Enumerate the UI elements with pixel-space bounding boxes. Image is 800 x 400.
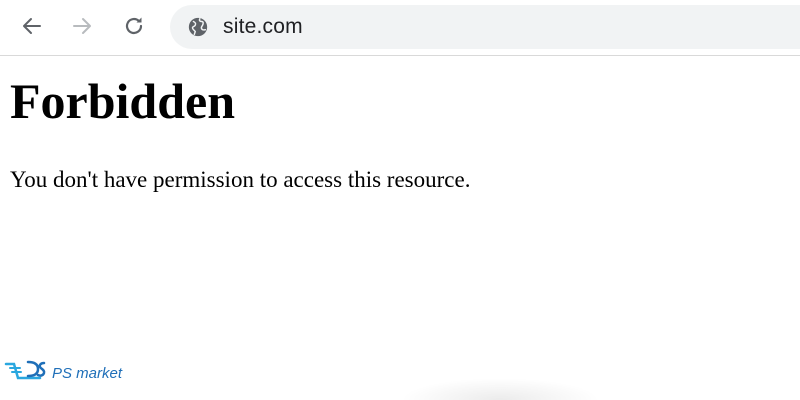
error-message: You don't have permission to access this… bbox=[10, 167, 471, 192]
reload-icon bbox=[125, 17, 143, 35]
browser-toolbar: site.com bbox=[0, 0, 800, 56]
decorative-shadow bbox=[400, 378, 600, 400]
page-content: Forbidden You don't have permission to a… bbox=[10, 60, 790, 194]
address-bar[interactable]: site.com bbox=[170, 5, 800, 49]
globe-icon[interactable] bbox=[187, 16, 209, 38]
watermark-logo: PS market bbox=[4, 352, 144, 392]
forward-button[interactable] bbox=[64, 8, 100, 44]
url-text[interactable]: site.com bbox=[223, 15, 303, 39]
arrow-right-icon bbox=[73, 18, 91, 34]
page-title: Forbidden bbox=[10, 73, 236, 129]
arrow-left-icon bbox=[23, 18, 41, 34]
cart-logo-icon bbox=[4, 360, 46, 380]
watermark-text: PS market bbox=[52, 365, 123, 382]
reload-button[interactable] bbox=[116, 8, 152, 44]
back-button[interactable] bbox=[14, 8, 50, 44]
